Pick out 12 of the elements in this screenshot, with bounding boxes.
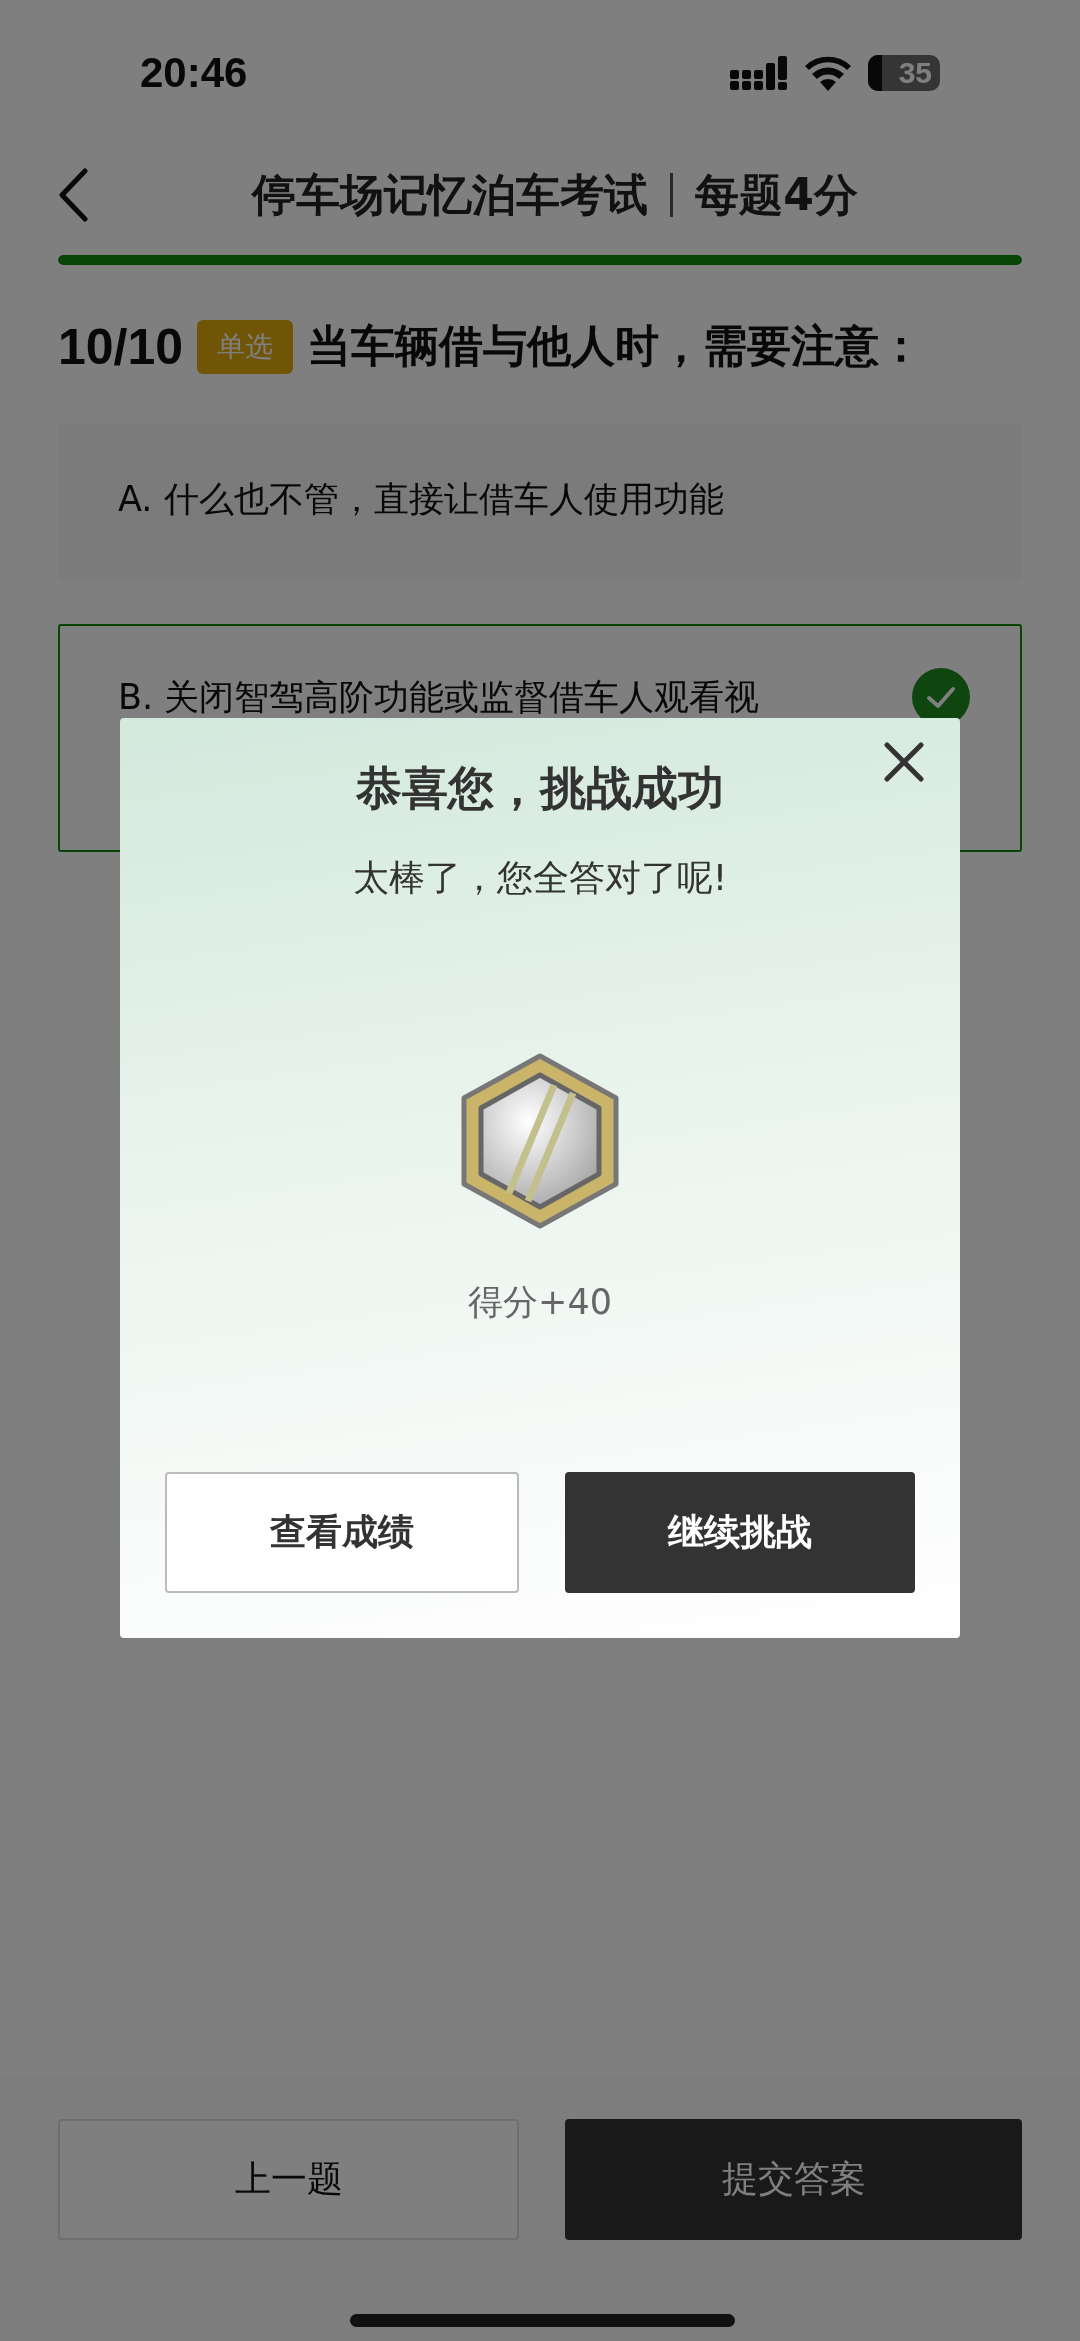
question-text: 当车辆借与他人时，需要注意：	[307, 319, 924, 373]
dialog-title: 恭喜您，挑战成功	[356, 760, 724, 817]
page-title: 停车场记忆泊车考试	[252, 167, 649, 222]
question-number: 10/10	[58, 317, 184, 376]
option-text: A. 什么也不管，直接让借车人使用功能	[118, 478, 725, 521]
score-text: 得分+40	[468, 1281, 612, 1324]
question-type-tag: 单选	[197, 319, 294, 374]
dialog-message: 太棒了，您全答对了呢!	[352, 856, 728, 900]
page-subtitle: 每题4分	[695, 167, 858, 222]
option-text: B. 关闭智驾高阶功能或监督借车人观看视	[118, 676, 761, 719]
battery-indicator: 35	[868, 54, 940, 91]
status-time: 20:46	[140, 48, 248, 97]
